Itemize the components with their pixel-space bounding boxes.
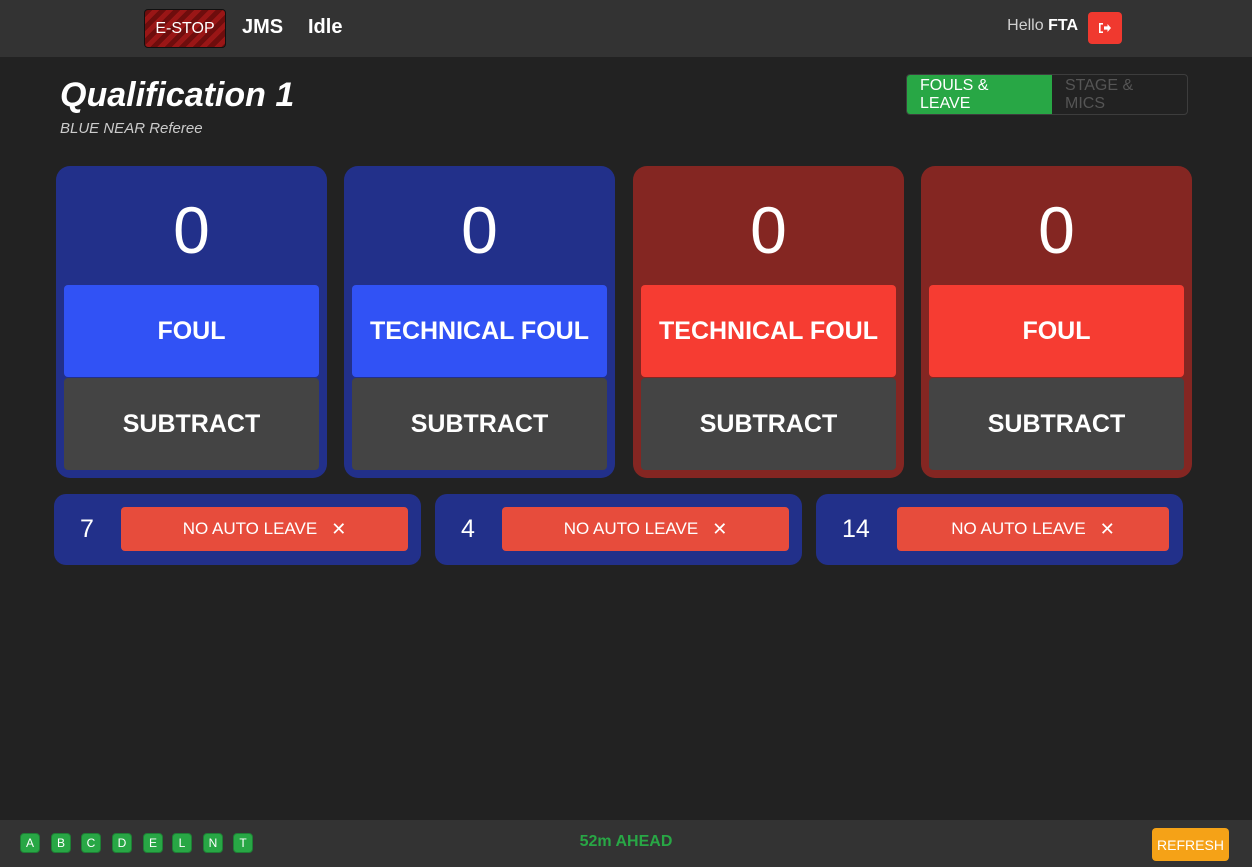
page-title: Qualification 1 [60, 76, 295, 114]
technical-foul-count: 0 [750, 192, 787, 267]
view-tabs: FOULS & LEAVE STAGE & MICS [906, 74, 1188, 115]
team-number: 4 [461, 515, 475, 543]
add-technical-foul-button[interactable]: TECHNICAL FOUL [641, 285, 896, 377]
subtract-button[interactable]: SUBTRACT [64, 378, 319, 470]
auto-leave-label: NO AUTO LEAVE [182, 519, 318, 538]
schedule-status: 52m AHEAD [579, 833, 673, 850]
auto-leave-label: NO AUTO LEAVE [563, 519, 699, 538]
subtract-button[interactable]: SUBTRACT [641, 378, 896, 470]
auto-leave-label: NO AUTO LEAVE [951, 519, 1086, 538]
page-subtitle: BLUE NEAR Referee [60, 120, 203, 137]
sign-out-icon [1099, 23, 1111, 33]
add-foul-button[interactable]: FOUL [64, 285, 319, 377]
greeting-text: Hello [1007, 17, 1044, 34]
user-greeting: Hello FTA [1007, 17, 1078, 35]
username: FTA [1048, 17, 1078, 34]
team-leave-row: 7 NO AUTO LEAVE ✕ [54, 494, 421, 565]
brand-label: JMS [242, 16, 284, 38]
logout-button[interactable] [1088, 12, 1122, 44]
foul-counter-card: 0 FOUL SUBTRACT [921, 166, 1192, 478]
add-technical-foul-button[interactable]: TECHNICAL FOUL [352, 285, 607, 377]
foul-counter-card: 0 FOUL SUBTRACT [56, 166, 327, 478]
estop-button[interactable]: E-STOP [144, 9, 226, 48]
tab-stage-mics[interactable]: STAGE & MICS [1052, 75, 1187, 114]
refresh-button[interactable]: REFRESH [1152, 828, 1229, 861]
auto-leave-toggle[interactable]: NO AUTO LEAVE ✕ [897, 507, 1169, 551]
foul-count: 0 [173, 192, 210, 267]
team-leave-row: 4 NO AUTO LEAVE ✕ [435, 494, 802, 565]
technical-foul-counter-card: 0 TECHNICAL FOUL SUBTRACT [633, 166, 904, 478]
team-number: 7 [80, 515, 94, 543]
close-icon: ✕ [1099, 518, 1115, 539]
tab-fouls-leave[interactable]: FOULS & LEAVE [907, 75, 1052, 114]
team-leave-row: 14 NO AUTO LEAVE ✕ [816, 494, 1183, 565]
auto-leave-toggle[interactable]: NO AUTO LEAVE ✕ [121, 507, 408, 551]
top-navbar: E-STOP JMS Idle Hello FTA [0, 0, 1252, 57]
subtract-button[interactable]: SUBTRACT [929, 378, 1184, 470]
close-icon: ✕ [331, 518, 347, 539]
system-status: Idle [308, 16, 343, 38]
team-number: 14 [842, 515, 870, 543]
technical-foul-counter-card: 0 TECHNICAL FOUL SUBTRACT [344, 166, 615, 478]
technical-foul-count: 0 [461, 192, 498, 267]
subtract-button[interactable]: SUBTRACT [352, 378, 607, 470]
foul-count: 0 [1038, 192, 1075, 267]
close-icon: ✕ [712, 518, 728, 539]
footer-bar: A B C D E L N T 52m AHEAD REFRESH [0, 820, 1252, 867]
auto-leave-toggle[interactable]: NO AUTO LEAVE ✕ [502, 507, 789, 551]
add-foul-button[interactable]: FOUL [929, 285, 1184, 377]
